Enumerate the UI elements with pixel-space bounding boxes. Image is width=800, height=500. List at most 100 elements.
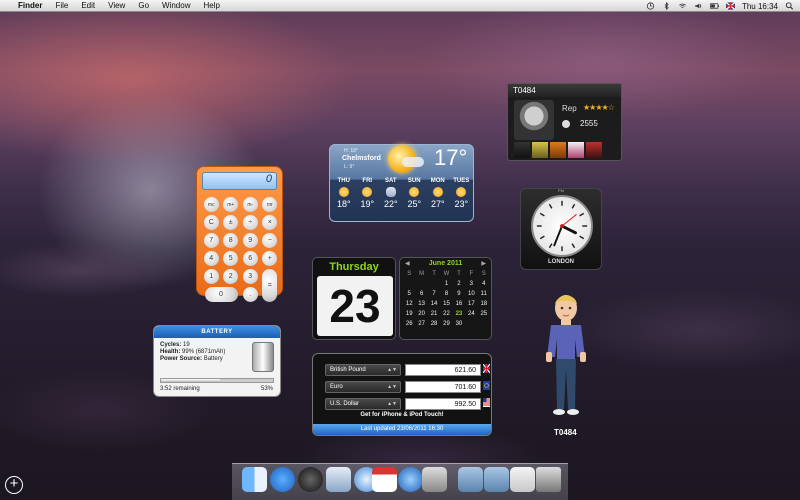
bluetooth-icon[interactable]: [662, 2, 671, 10]
calc-key-mc[interactable]: mc: [203, 197, 219, 212]
add-widget-icon[interactable]: +: [5, 476, 23, 494]
currency-select[interactable]: British Pound ▲▼: [325, 364, 401, 376]
calc-key-clear[interactable]: C: [203, 215, 219, 230]
finder-icon[interactable]: [242, 467, 267, 492]
calendar-widget[interactable]: Thursday 23 ◀ June 2011 ▶ SMTWTFS1234567…: [312, 257, 492, 340]
calc-key-plus[interactable]: +: [262, 251, 278, 266]
calc-key-decimal[interactable]: .: [242, 287, 258, 302]
spotlight-search-icon[interactable]: [785, 2, 794, 10]
menu-file[interactable]: File: [55, 1, 68, 10]
mail-icon[interactable]: [326, 467, 351, 492]
calc-key-equals[interactable]: =: [262, 269, 278, 302]
time-machine-icon[interactable]: [646, 2, 655, 10]
battery-widget[interactable]: BATTERY Cycles: 19 Health: 99% (6871mAh)…: [153, 325, 281, 397]
calendar-day-cell[interactable]: 22: [440, 310, 452, 319]
calendar-day-cell[interactable]: 4: [478, 280, 490, 289]
menu-window[interactable]: Window: [162, 1, 190, 10]
calendar-day-cell[interactable]: 6: [415, 290, 427, 299]
ical-icon[interactable]: [372, 467, 397, 492]
game-tile-icon[interactable]: [514, 142, 530, 158]
battery-status-icon[interactable]: [709, 2, 719, 10]
documents-folder-icon[interactable]: [484, 467, 509, 492]
calculator-widget[interactable]: 0 mc m+ m- mr C ± ÷ × 7 8 9 − 4 5 6 + 1 …: [196, 166, 283, 302]
calc-key-0[interactable]: 0: [204, 287, 238, 302]
calendar-day-cell[interactable]: 17: [465, 300, 477, 309]
next-month-icon[interactable]: ▶: [481, 260, 486, 267]
calendar-day-cell[interactable]: 9: [453, 290, 465, 299]
calendar-day-cell[interactable]: 18: [478, 300, 490, 309]
applications-folder-icon[interactable]: [458, 467, 483, 492]
calendar-day-cell[interactable]: 15: [440, 300, 452, 309]
calendar-day-cell[interactable]: 20: [415, 310, 427, 319]
currency-amount-field[interactable]: 701.60: [405, 381, 481, 393]
itunes-icon[interactable]: [398, 467, 423, 492]
game-tile-icon[interactable]: [568, 142, 584, 158]
calc-key-6[interactable]: 6: [242, 251, 258, 266]
calendar-day-cell[interactable]: 7: [428, 290, 440, 299]
currency-converter-widget[interactable]: British Pound ▲▼ 621.60 Euro ▲▼ 701.60 U.S…: [312, 353, 492, 436]
calendar-day-cell[interactable]: 3: [465, 280, 477, 289]
calc-key-multiply[interactable]: ×: [262, 215, 278, 230]
menu-help[interactable]: Help: [203, 1, 219, 10]
game-tile-icon[interactable]: [550, 142, 566, 158]
calendar-day-cell[interactable]: 30: [453, 320, 465, 329]
calendar-day-cell[interactable]: 1: [440, 280, 452, 289]
menu-edit[interactable]: Edit: [81, 1, 95, 10]
calendar-day-cell[interactable]: 25: [478, 310, 490, 319]
calc-key-mr[interactable]: mr: [262, 197, 278, 212]
currency-select[interactable]: U.S. Dollar ▲▼: [325, 398, 401, 410]
calendar-day-cell[interactable]: 21: [428, 310, 440, 319]
menu-view[interactable]: View: [108, 1, 125, 10]
calc-key-divide[interactable]: ÷: [242, 215, 258, 230]
calendar-day-cell[interactable]: 12: [403, 300, 415, 309]
calendar-day-cell[interactable]: 2: [453, 280, 465, 289]
wifi-icon[interactable]: [678, 2, 687, 10]
calendar-day-cell[interactable]: 27: [415, 320, 427, 329]
calc-key-7[interactable]: 7: [203, 233, 219, 248]
currency-promo-link[interactable]: Get for iPhone & iPod Touch!: [313, 412, 491, 418]
calc-key-mplus[interactable]: m+: [223, 197, 239, 212]
dashboard-icon[interactable]: [298, 467, 323, 492]
calc-key-2[interactable]: 2: [223, 269, 239, 284]
preview-icon[interactable]: [422, 467, 447, 492]
game-tile-icon[interactable]: [532, 142, 548, 158]
calendar-day-cell[interactable]: 19: [403, 310, 415, 319]
calendar-day-cell[interactable]: 11: [478, 290, 490, 299]
menu-app-name[interactable]: Finder: [18, 1, 42, 10]
calendar-day-cell[interactable]: 16: [453, 300, 465, 309]
calendar-day-cell[interactable]: 28: [428, 320, 440, 329]
weather-widget[interactable]: H: 18° Chelmsford L: 9° 17° THU 18° FRI …: [329, 144, 474, 222]
gamercard-widget[interactable]: T0484 Rep ★★★★☆ 2555: [507, 83, 622, 161]
flag-icon[interactable]: [725, 2, 735, 10]
game-tile-icon[interactable]: [586, 142, 602, 158]
calc-key-5[interactable]: 5: [223, 251, 239, 266]
calc-key-1[interactable]: 1: [203, 269, 219, 284]
menu-go[interactable]: Go: [138, 1, 149, 10]
calc-key-sign[interactable]: ±: [223, 215, 239, 230]
calendar-day-cell[interactable]: 5: [403, 290, 415, 299]
calendar-day-cell[interactable]: 13: [415, 300, 427, 309]
currency-amount-field[interactable]: 621.60: [405, 364, 481, 376]
appstore-icon[interactable]: [270, 467, 295, 492]
trash-icon[interactable]: [536, 467, 561, 492]
calendar-day-cell[interactable]: 26: [403, 320, 415, 329]
calc-key-mminus[interactable]: m-: [242, 197, 258, 212]
calc-key-3[interactable]: 3: [242, 269, 258, 284]
calendar-day-cell[interactable]: 24: [465, 310, 477, 319]
world-clock-widget[interactable]: PM LONDON: [520, 188, 602, 270]
calc-key-9[interactable]: 9: [242, 233, 258, 248]
calc-key-4[interactable]: 4: [203, 251, 219, 266]
calendar-day-cell[interactable]: 8: [440, 290, 452, 299]
volume-icon[interactable]: [694, 2, 703, 10]
calendar-day-cell[interactable]: 14: [428, 300, 440, 309]
currency-select[interactable]: Euro ▲▼: [325, 381, 401, 393]
downloads-stack-icon[interactable]: [510, 467, 535, 492]
xbox-avatar-widget[interactable]: [536, 290, 596, 440]
calendar-day-cell[interactable]: 29: [440, 320, 452, 329]
calendar-day-cell[interactable]: 23: [453, 310, 465, 319]
currency-amount-field[interactable]: 992.50: [405, 398, 481, 410]
calc-key-8[interactable]: 8: [223, 233, 239, 248]
calendar-day-cell[interactable]: 10: [465, 290, 477, 299]
calc-key-minus[interactable]: −: [262, 233, 278, 248]
menubar-clock[interactable]: Thu 16:34: [742, 2, 778, 11]
